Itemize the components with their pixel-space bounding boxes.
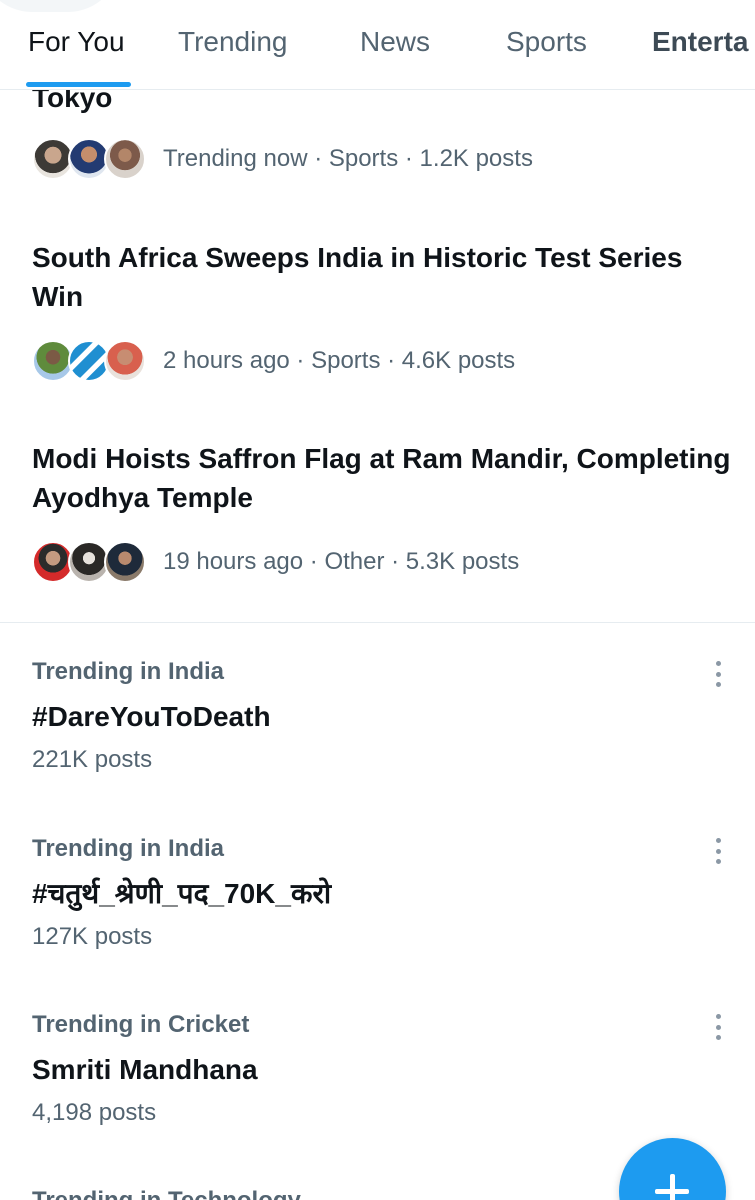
explore-page: For You Trending News Sports Enterta Tok… [0, 0, 755, 1200]
tab-for-you[interactable]: For You [28, 26, 125, 58]
topic-meta-text: 2 hours ago · Sports · 4.6K posts [163, 347, 516, 374]
avatar-stack [32, 338, 150, 384]
trend-context: Trending in Cricket [32, 1011, 250, 1038]
trend-post-count: 127K posts [32, 923, 153, 950]
avatar-stack [32, 539, 150, 585]
trend-name: Smriti Mandhana [32, 1054, 258, 1085]
topic-title: South Africa Sweeps India in Historic Te… [32, 242, 683, 312]
more-vertical-icon[interactable] [704, 659, 732, 689]
tab-bar: For You Trending News Sports Enterta [0, 0, 755, 90]
topic-title: Modi Hoists Saffron Flag at Ram Mandir, … [32, 443, 731, 513]
section-divider [0, 622, 755, 623]
trend-post-count: 4,198 posts [32, 1099, 157, 1126]
avatar [104, 340, 146, 382]
active-tab-indicator [26, 82, 131, 87]
tab-trending[interactable]: Trending [178, 26, 287, 58]
trend-context: Trending in India [32, 658, 224, 685]
more-vertical-icon[interactable] [704, 1012, 732, 1042]
trend-item[interactable]: Trending in India #DareYouToDeath 221K p… [32, 657, 732, 775]
compose-button[interactable] [619, 1138, 726, 1200]
tab-entertainment[interactable]: Enterta [652, 26, 748, 58]
topic-meta-text: 19 hours ago · Other · 5.3K posts [163, 548, 520, 575]
tab-sports[interactable]: Sports [506, 26, 587, 58]
top-edge-shape [0, 0, 120, 12]
topic-meta: 19 hours ago · Other · 5.3K posts [32, 539, 519, 585]
avatar [104, 541, 146, 583]
trend-name: #DareYouToDeath [32, 701, 271, 732]
avatar-stack [32, 136, 150, 182]
tab-news[interactable]: News [360, 26, 430, 58]
more-vertical-icon[interactable] [704, 836, 732, 866]
trend-name: #चतुर्थ_श्रेणी_पद_70K_करो [32, 878, 332, 909]
trend-post-count: 221K posts [32, 746, 153, 773]
topic-meta-text: Trending now · Sports · 1.2K posts [163, 145, 533, 172]
topic-card[interactable]: South Africa Sweeps India in Historic Te… [32, 238, 732, 388]
trend-item[interactable]: Trending in India #चतुर्थ_श्रेणी_पद_70K_… [32, 834, 732, 952]
topic-card[interactable]: Modi Hoists Saffron Flag at Ram Mandir, … [32, 439, 732, 589]
avatar [104, 138, 146, 180]
trend-item[interactable]: Trending in Cricket Smriti Mandhana 4,19… [32, 1010, 732, 1128]
trend-context: Trending in India [32, 835, 224, 862]
topic-card[interactable]: Tokyo Trending now · Sports · 1.2K posts [32, 78, 732, 188]
topic-meta: 2 hours ago · Sports · 4.6K posts [32, 338, 515, 384]
topic-meta: Trending now · Sports · 1.2K posts [32, 136, 533, 182]
